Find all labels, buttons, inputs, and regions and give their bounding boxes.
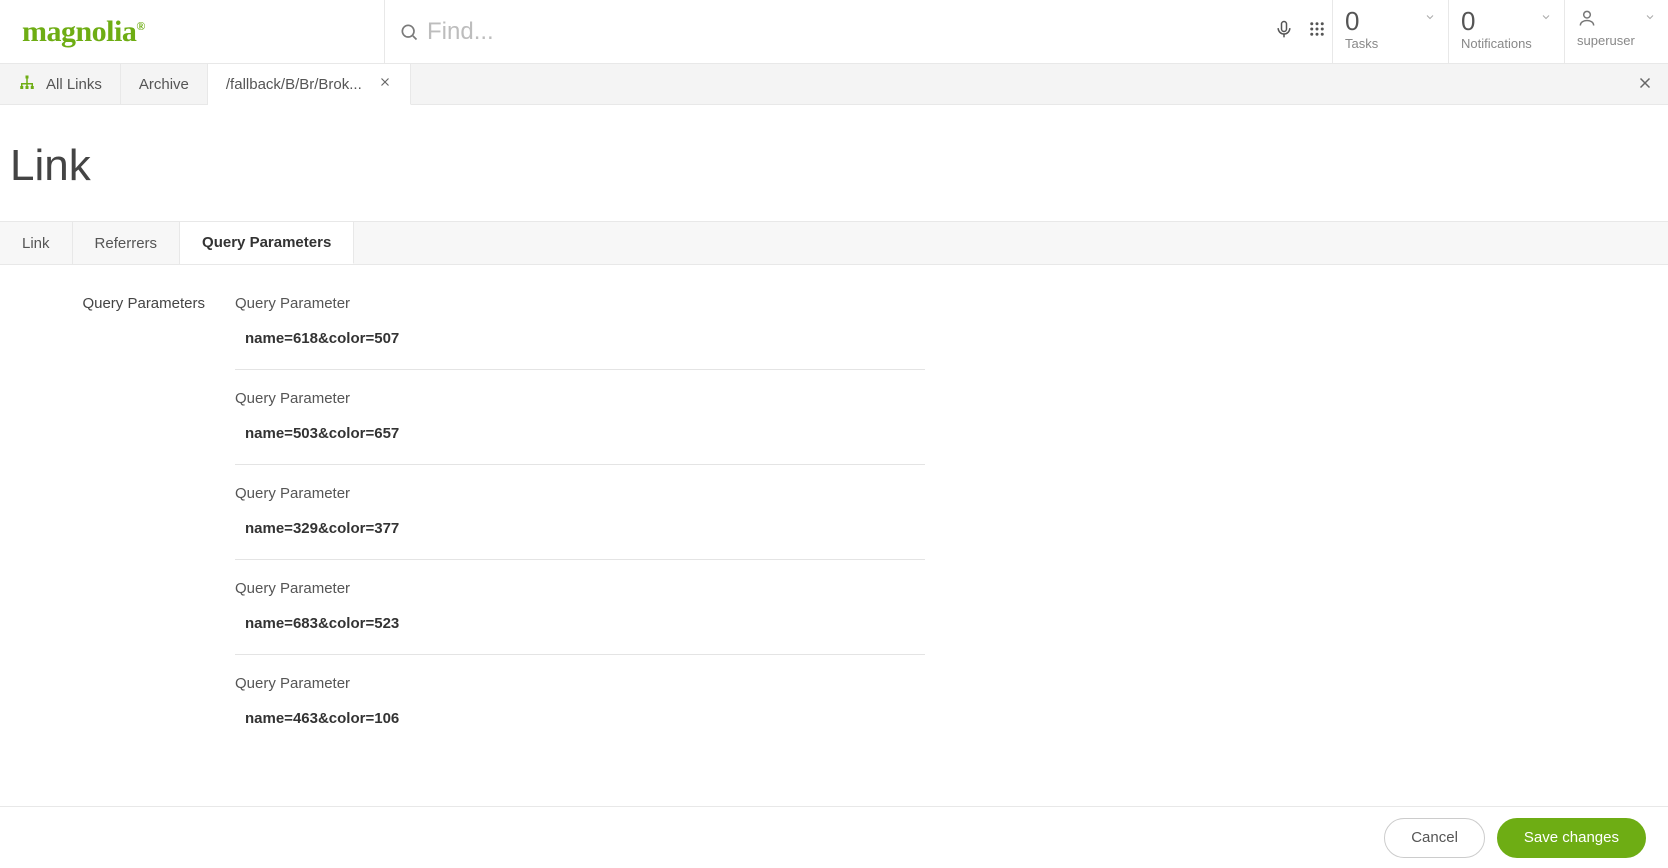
param-item: Query Parameter name=618&color=507 xyxy=(235,295,925,370)
param-value: name=329&color=377 xyxy=(235,520,925,537)
chevron-down-icon xyxy=(1644,10,1656,28)
notifications-widget[interactable]: 0 Notifications xyxy=(1448,0,1564,63)
param-item: Query Parameter name=463&color=106 xyxy=(235,675,925,749)
subtab-referrers[interactable]: Referrers xyxy=(73,222,181,264)
search-icon xyxy=(399,22,419,42)
param-label: Query Parameter xyxy=(235,675,925,692)
sitemap-icon xyxy=(18,74,36,96)
param-value: name=463&color=106 xyxy=(235,710,925,727)
footer-actions: Cancel Save changes xyxy=(0,806,1668,868)
subtab-query-parameters[interactable]: Query Parameters xyxy=(180,222,354,264)
param-value: name=683&color=523 xyxy=(235,615,925,632)
tasks-label: Tasks xyxy=(1345,36,1436,51)
main-tabstrip: All Links Archive /fallback/B/Br/Brok... xyxy=(0,64,1668,105)
param-item: Query Parameter name=683&color=523 xyxy=(235,580,925,655)
section-label: Query Parameters xyxy=(20,295,235,769)
page-title: Link xyxy=(0,105,1668,221)
param-value: name=618&color=507 xyxy=(235,330,925,347)
subtabs: Link Referrers Query Parameters xyxy=(0,221,1668,265)
subtab-link[interactable]: Link xyxy=(0,222,73,264)
tab-label: /fallback/B/Br/Brok... xyxy=(226,76,362,93)
param-item: Query Parameter name=503&color=657 xyxy=(235,390,925,465)
tab-fallback-path[interactable]: /fallback/B/Br/Brok... xyxy=(208,64,411,105)
param-label: Query Parameter xyxy=(235,580,925,597)
app-header: magnolia® 0 Tasks 0 Notifications xyxy=(0,0,1668,64)
param-label: Query Parameter xyxy=(235,390,925,407)
tab-label: Archive xyxy=(139,76,189,93)
chevron-down-icon xyxy=(1424,10,1436,28)
query-parameters-section: Query Parameters Query Parameter name=61… xyxy=(0,265,1668,806)
user-icon xyxy=(1577,8,1597,33)
user-widget[interactable]: superuser xyxy=(1564,0,1668,63)
tab-label: All Links xyxy=(46,76,102,93)
find-bar xyxy=(384,0,1332,63)
tasks-count: 0 xyxy=(1345,8,1436,34)
chevron-down-icon xyxy=(1540,10,1552,28)
tasks-widget[interactable]: 0 Tasks xyxy=(1332,0,1448,63)
mic-icon[interactable] xyxy=(1274,18,1294,45)
close-icon[interactable] xyxy=(372,75,392,93)
close-all-icon[interactable] xyxy=(1636,74,1654,97)
user-label: superuser xyxy=(1577,33,1635,48)
logo-text: magnolia® xyxy=(22,15,145,49)
notifications-count: 0 xyxy=(1461,8,1552,34)
params-list: Query Parameter name=618&color=507 Query… xyxy=(235,295,925,769)
param-label: Query Parameter xyxy=(235,295,925,312)
find-input[interactable] xyxy=(427,18,827,46)
param-value: name=503&color=657 xyxy=(235,425,925,442)
tab-all-links[interactable]: All Links xyxy=(0,64,121,105)
param-item: Query Parameter name=329&color=377 xyxy=(235,485,925,560)
notifications-label: Notifications xyxy=(1461,36,1552,51)
save-button[interactable]: Save changes xyxy=(1497,818,1646,858)
cancel-button[interactable]: Cancel xyxy=(1384,818,1485,858)
logo: magnolia® xyxy=(0,0,384,63)
tab-archive[interactable]: Archive xyxy=(121,64,208,105)
param-label: Query Parameter xyxy=(235,485,925,502)
apps-grid-icon[interactable] xyxy=(1308,20,1326,43)
page-scroll[interactable]: Link Link Referrers Query Parameters Que… xyxy=(0,105,1668,806)
